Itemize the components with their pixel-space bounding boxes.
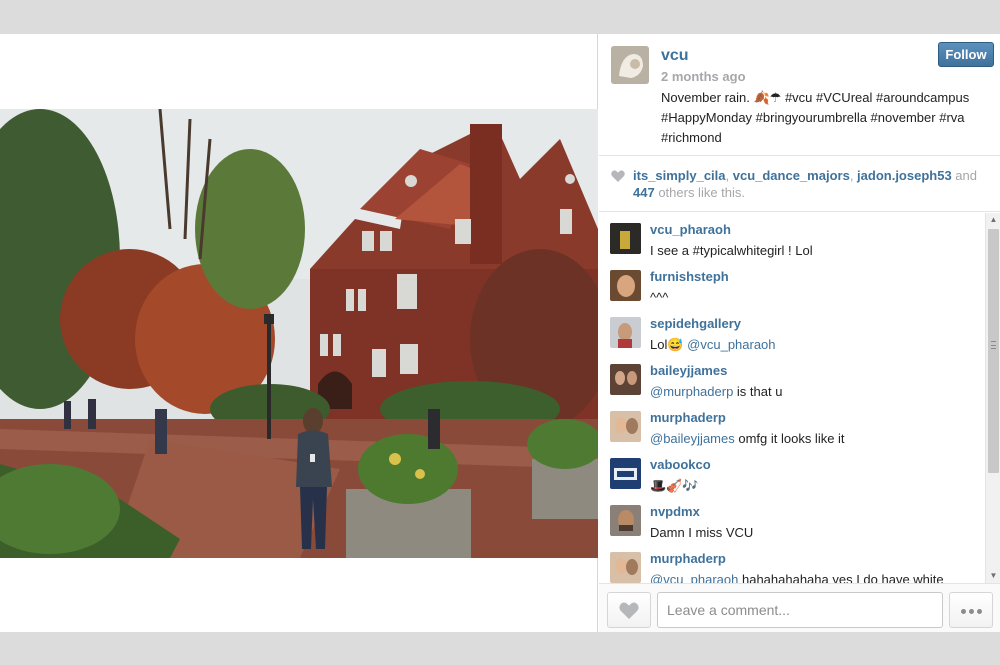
likes-summary: its_simply_cila, vcu_dance_majors, jadon… [599, 157, 1000, 212]
post-photo[interactable] [0, 109, 598, 558]
post-timestamp: 2 months ago [661, 69, 746, 84]
post-modal: vcu 2 months ago November rain. 🍂☂ #vcu … [0, 34, 1000, 632]
avatar[interactable] [610, 411, 641, 442]
comment-list[interactable]: vcu_pharaoh I see a #typicalwhitegirl ! … [599, 213, 985, 583]
comment-scrollbar[interactable]: ▲ ▼ [985, 213, 1000, 583]
comment-mention[interactable]: @vcu_pharaoh [650, 572, 738, 583]
comment-item: vcu_pharaoh I see a #typicalwhitegirl ! … [599, 213, 985, 260]
follow-button[interactable]: Follow [938, 42, 994, 67]
avatar[interactable] [610, 223, 641, 254]
scrollbar-thumb[interactable] [988, 229, 999, 473]
ellipsis-icon [977, 609, 982, 614]
like-user-link[interactable]: vcu_dance_majors [733, 168, 850, 183]
comment-body: hahahahahaha yes I do have white [738, 572, 944, 583]
comment-username[interactable]: murphaderp [650, 410, 726, 425]
like-separator: , [725, 168, 733, 183]
comment-username[interactable]: vabookco [650, 457, 711, 472]
comment-text: @murphaderp is that u [650, 384, 782, 399]
avatar[interactable] [611, 46, 649, 84]
caption-text: November rain. [661, 90, 754, 105]
avatar[interactable] [610, 458, 641, 489]
comment-username[interactable]: sepidehgallery [650, 316, 741, 331]
ellipsis-icon [969, 609, 974, 614]
post-header: vcu 2 months ago November rain. 🍂☂ #vcu … [599, 34, 1000, 156]
like-user-link[interactable]: its_simply_cila [633, 168, 726, 183]
avatar[interactable] [610, 505, 641, 536]
comment-item: furnishsteph ^^^ [599, 260, 985, 307]
like-separator: , [849, 168, 858, 183]
up-arrow-icon[interactable]: ▲ [986, 213, 1000, 227]
comment-username[interactable]: nvpdmx [650, 504, 700, 519]
comment-mention[interactable]: @baileyjjames [650, 431, 735, 446]
avatar[interactable] [610, 364, 641, 395]
likes-others-count[interactable]: 447 [633, 185, 655, 200]
comment-item: sepidehgallery Lol😅 @vcu_pharaoh [599, 307, 985, 354]
comment-text: Damn I miss VCU [650, 525, 753, 540]
likes-and: and [951, 168, 977, 183]
comment-input[interactable] [657, 592, 943, 628]
comment-item: vabookco 🎩🎻🎶 [599, 448, 985, 495]
post-username[interactable]: vcu [661, 47, 689, 65]
like-button[interactable] [607, 592, 651, 628]
comment-username[interactable]: vcu_pharaoh [650, 222, 731, 237]
photo-pane [0, 34, 598, 632]
comment-text: Lol😅 @vcu_pharaoh [650, 337, 776, 353]
ellipsis-icon [961, 609, 966, 614]
comment-username[interactable]: murphaderp [650, 551, 726, 566]
comment-body: I see a #typicalwhitegirl ! Lol [650, 243, 813, 258]
comment-text: @baileyjjames omfg it looks like it [650, 431, 845, 446]
more-options-button[interactable] [949, 592, 993, 628]
heart-icon [619, 602, 639, 619]
grip-icon [991, 341, 996, 349]
avatar[interactable] [610, 317, 641, 348]
down-arrow-icon[interactable]: ▼ [986, 569, 1000, 583]
comment-item: murphaderp @vcu_pharaoh hahahahahaha yes… [599, 542, 985, 583]
like-user-link[interactable]: jadon.joseph53 [857, 168, 952, 183]
likes-others-text: others like this. [654, 185, 746, 200]
comment-body: 🎩🎻🎶 [650, 478, 699, 493]
post-sidebar: vcu 2 months ago November rain. 🍂☂ #vcu … [599, 34, 1000, 632]
post-caption: November rain. 🍂☂ #vcu #VCUreal #aroundc… [661, 88, 991, 148]
comment-text: 🎩🎻🎶 [650, 478, 699, 494]
comment-username[interactable]: baileyjjames [650, 363, 727, 378]
comment-text: ^^^ [650, 290, 668, 305]
heart-icon [611, 170, 625, 182]
caption-emoji: 🍂☂ [753, 90, 782, 105]
comment-item: nvpdmx Damn I miss VCU [599, 495, 985, 542]
comment-item: murphaderp @baileyjjames omfg it looks l… [599, 401, 985, 448]
comment-username[interactable]: furnishsteph [650, 269, 729, 284]
comment-text: I see a #typicalwhitegirl ! Lol [650, 243, 813, 258]
comment-mention[interactable]: @murphaderp [650, 384, 733, 399]
avatar[interactable] [610, 552, 641, 583]
comment-mention[interactable]: @vcu_pharaoh [687, 337, 775, 352]
comment-bar [599, 583, 1000, 632]
comment-item: baileyjjames @murphaderp is that u [599, 354, 985, 401]
comment-body: Lol😅 [650, 337, 688, 352]
comment-text: @vcu_pharaoh hahahahahaha yes I do have … [650, 572, 944, 583]
comment-body: Damn I miss VCU [650, 525, 754, 540]
comment-body: omfg it looks like it [734, 431, 845, 446]
avatar[interactable] [610, 270, 641, 301]
comment-body: ^^^ [650, 290, 669, 305]
comment-body: is that u [733, 384, 783, 399]
